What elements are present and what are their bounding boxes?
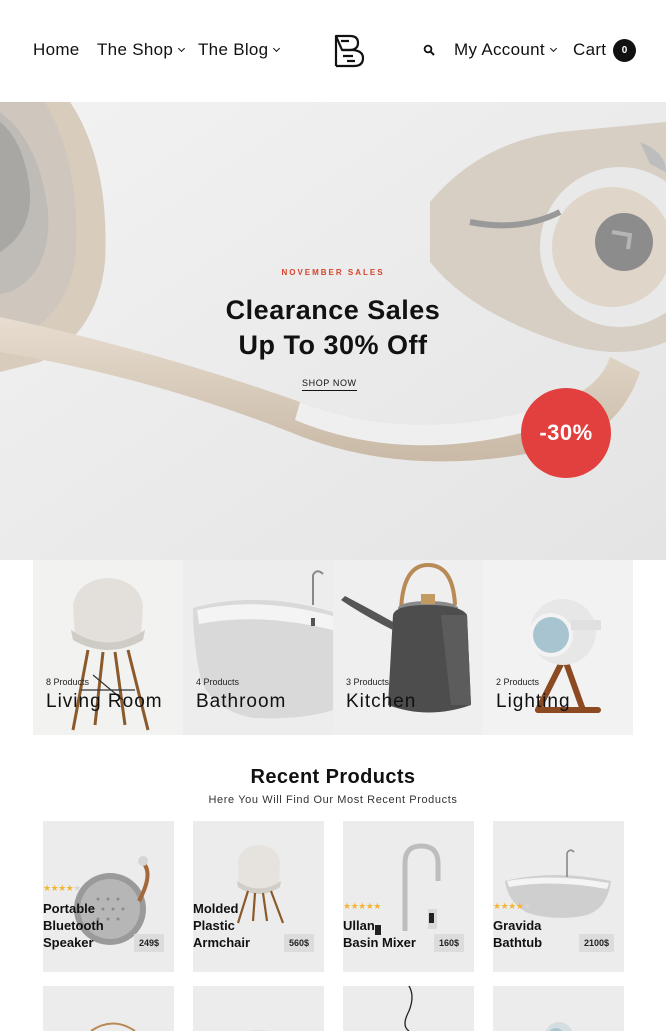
category-count: 8 Products [46, 677, 90, 687]
nav-the-shop[interactable]: The Shop [97, 40, 186, 60]
site-header: Home The Shop The Blog My Account Cart 0 [0, 0, 666, 102]
product-name-line: Molded [193, 901, 239, 916]
price-badge: 2100$ [578, 934, 614, 952]
my-account-label: My Account [454, 40, 545, 59]
chevron-down-icon [178, 44, 186, 53]
price-badge: 560$ [283, 934, 314, 952]
category-tiles: 8 Products Living Room 4 Products Bathro… [33, 560, 633, 735]
product-card[interactable] [193, 986, 324, 1031]
nav-cart[interactable]: Cart [573, 40, 606, 60]
category-count: 4 Products [196, 677, 240, 687]
product-name: Ullan Basin Mixer [343, 917, 433, 951]
logo-icon[interactable] [333, 32, 367, 70]
product-name-line: Portable [43, 901, 96, 916]
nav-the-blog[interactable]: The Blog [198, 40, 281, 60]
rating-stars: ★★★★★ [343, 901, 381, 911]
nav-blog-label: The Blog [198, 40, 269, 59]
nav-my-account[interactable]: My Account [454, 40, 557, 60]
category-lighting[interactable]: 2 Products Lighting [483, 560, 633, 735]
category-bathroom[interactable]: 4 Products Bathroom [183, 560, 333, 735]
cart-label: Cart [573, 40, 607, 59]
nav-home-label: Home [33, 40, 80, 59]
product-name-line: Bathtub [493, 935, 543, 950]
product-card[interactable]: ★★★★★ Ullan Basin Mixer 160$ [343, 821, 474, 972]
nav-home[interactable]: Home [33, 40, 80, 60]
product-card[interactable] [343, 986, 474, 1031]
category-count: 3 Products [346, 677, 390, 687]
category-name: Kitchen [346, 691, 417, 712]
shop-now-link[interactable]: SHOP NOW [302, 378, 357, 391]
price-badge: 249$ [133, 934, 164, 952]
category-name: Living Room [46, 691, 163, 712]
product-name-line: Speaker [43, 935, 94, 950]
product-name-line: Armchair [193, 935, 251, 950]
discount-badge: -30% [521, 388, 611, 478]
product-name: Portable Bluetooth Speaker [43, 900, 133, 951]
hero-title-line1: Clearance Sales [225, 295, 441, 325]
category-kitchen[interactable]: 3 Products Kitchen [333, 560, 483, 735]
hero-title-line2: Up To 30% Off [238, 330, 428, 360]
product-name-line: Gravida [493, 918, 542, 933]
product-name-line: Bluetooth [43, 918, 104, 933]
recent-products-title: Recent Products [250, 766, 416, 788]
product-card[interactable] [493, 986, 624, 1031]
product-image [90, 1022, 136, 1031]
hero-banner: NOVEMBER SALES Clearance Sales Up To 30%… [0, 102, 666, 560]
pendant-lamp-image [404, 986, 413, 1031]
product-card[interactable]: ★★★★★ Portable Bluetooth Speaker 249$ [43, 821, 174, 972]
product-name: Gravida Bathtub [493, 917, 583, 951]
chevron-down-icon [273, 44, 281, 53]
product-card[interactable]: ★★★★★ Gravida Bathtub 2100$ [493, 821, 624, 972]
product-name-line: Ullan [343, 918, 375, 933]
category-name: Lighting [496, 691, 571, 712]
category-count: 2 Products [496, 677, 540, 687]
product-name: Molded Plastic Armchair [193, 900, 283, 951]
category-living-room[interactable]: 8 Products Living Room [33, 560, 183, 735]
rating-stars: ★★★★★ [493, 901, 531, 911]
product-image [249, 1030, 269, 1031]
lamp-image [545, 1022, 573, 1031]
product-name-line: Plastic [193, 918, 235, 933]
product-name-line: Basin Mixer [343, 935, 416, 950]
hero-eyebrow: NOVEMBER SALES [281, 268, 385, 277]
product-card[interactable]: Molded Plastic Armchair 560$ [193, 821, 324, 972]
recent-products-subtitle: Here You Will Find Our Most Recent Produ… [208, 794, 458, 806]
rating-stars: ★★★★★ [43, 883, 81, 893]
category-name: Bathroom [196, 691, 287, 712]
cart-count-badge[interactable]: 0 [613, 39, 636, 62]
nav-shop-label: The Shop [97, 40, 174, 59]
product-card[interactable] [43, 986, 174, 1031]
search-icon[interactable] [423, 44, 435, 56]
chevron-down-icon [549, 44, 557, 53]
price-badge: 160$ [433, 934, 464, 952]
